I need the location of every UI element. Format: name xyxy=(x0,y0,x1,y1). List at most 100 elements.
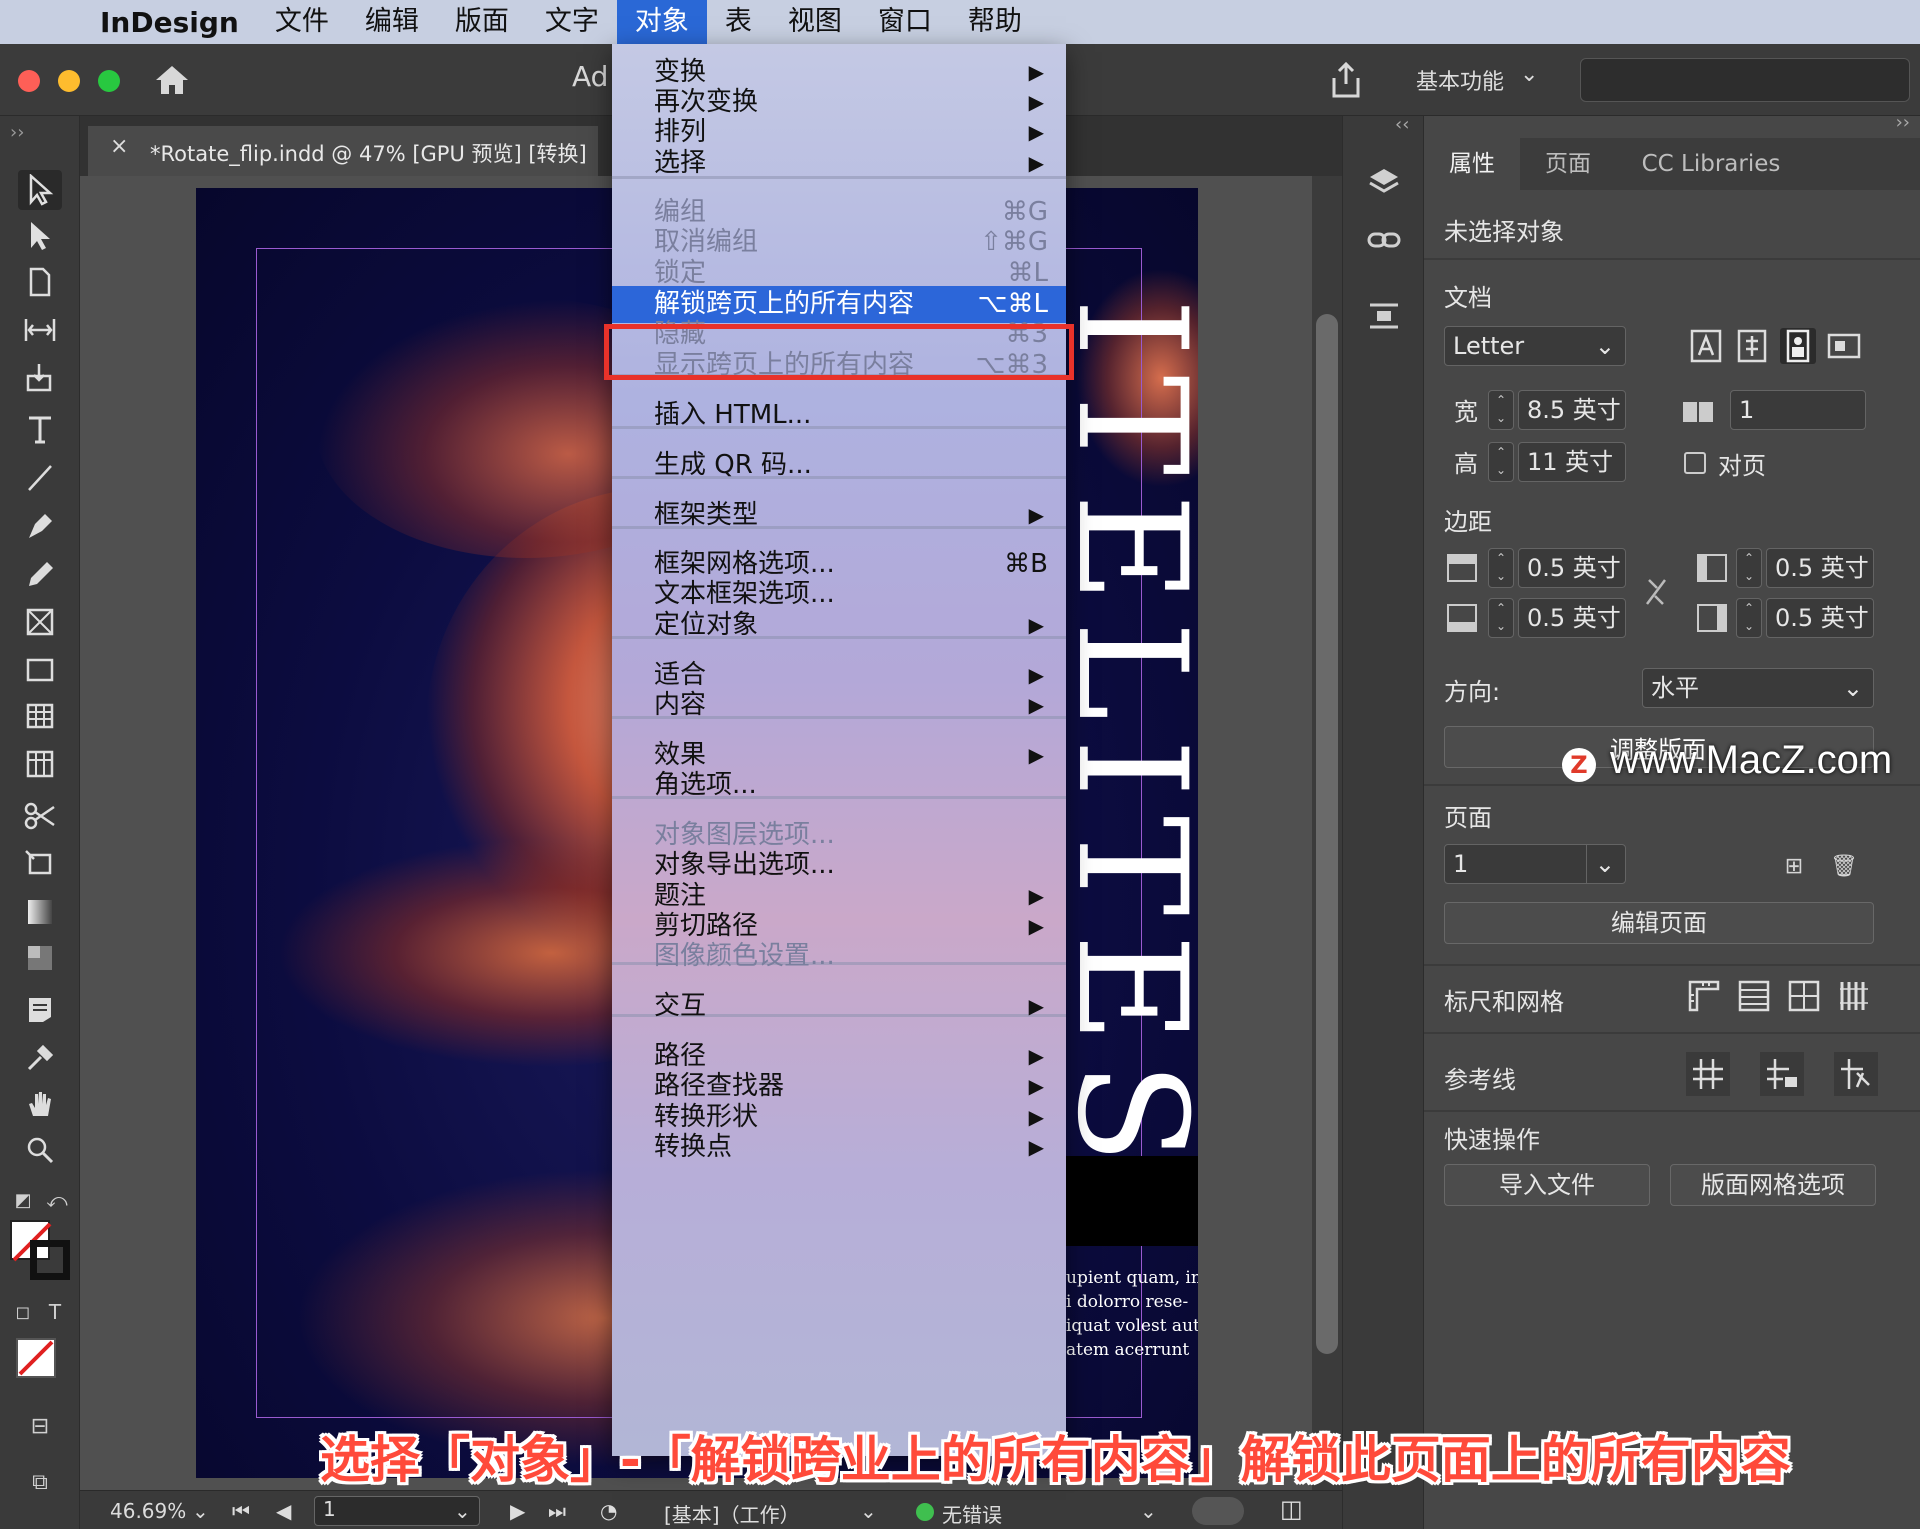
app-menu[interactable]: InDesign xyxy=(70,6,257,39)
import-file-button[interactable]: 导入文件 xyxy=(1444,1164,1650,1206)
menu-layout[interactable]: 版面 xyxy=(437,0,527,44)
chevron-down-icon[interactable]: ⌄ xyxy=(860,1499,877,1523)
margin-bottom-stepper[interactable]: ⌃ ⌄ xyxy=(1488,598,1514,638)
height-stepper[interactable]: ⌃ ⌄ xyxy=(1488,442,1514,482)
chevron-down-icon[interactable]: ⌄ xyxy=(1520,62,1538,87)
menu-item[interactable]: 选择 ▶ xyxy=(612,145,1066,182)
document-preset-select[interactable]: Letter ⌄ xyxy=(1444,326,1626,366)
last-page-icon[interactable]: ⏭ xyxy=(548,1499,566,1523)
stroke-swatch[interactable] xyxy=(30,1240,70,1280)
preflight-icon[interactable]: ◔ xyxy=(600,1499,617,1523)
layout-grid-icon[interactable] xyxy=(1836,978,1872,1014)
layout-grid-options-button[interactable]: 版面网格选项 xyxy=(1670,1164,1876,1206)
lock-guides-icon[interactable] xyxy=(1760,1052,1804,1096)
layers-icon[interactable] xyxy=(1361,162,1407,202)
preflight-profile[interactable]: [基本]（工作） xyxy=(664,1499,800,1528)
landscape-orientation-icon[interactable] xyxy=(1826,328,1862,364)
menu-table[interactable]: 表 xyxy=(707,0,770,44)
menu-item[interactable]: 生成 QR 码... xyxy=(612,447,1066,484)
menu-item[interactable]: 框架类型 ▶ xyxy=(612,497,1066,534)
margin-right-stepper[interactable]: ⌃ ⌄ xyxy=(1736,598,1762,638)
menu-item[interactable]: 交互 ▶ xyxy=(612,988,1066,1025)
portrait-orientation-icon[interactable] xyxy=(1780,328,1816,364)
page-select[interactable]: 1 ⌄ xyxy=(1444,844,1626,884)
tab-cc-libraries[interactable]: CC Libraries xyxy=(1616,138,1806,190)
preflight-toggle[interactable] xyxy=(1192,1497,1244,1525)
tab-pages[interactable]: 页面 xyxy=(1520,138,1616,190)
margin-left-stepper[interactable]: ⌃ ⌄ xyxy=(1736,548,1762,588)
split-view-icon[interactable]: ◫ xyxy=(1280,1495,1303,1523)
menu-item[interactable]: 角选项... xyxy=(612,767,1066,804)
pages-count-field[interactable]: 1 xyxy=(1730,390,1866,430)
chevron-down-icon[interactable]: ⌄ xyxy=(192,1499,209,1523)
text-wrap-icon[interactable] xyxy=(1361,296,1407,336)
line-tool-icon[interactable] xyxy=(18,458,62,498)
document-tab[interactable]: × *Rotate_flip.indd @ 47% [GPU 预览] [转换] xyxy=(88,126,598,176)
margin-bottom-field[interactable]: 0.5 英寸 xyxy=(1518,598,1626,638)
menu-help[interactable]: 帮助 xyxy=(950,0,1040,44)
apply-none-swatch[interactable] xyxy=(16,1338,56,1378)
orientation-select[interactable]: 水平 ⌄ xyxy=(1642,668,1874,708)
trash-icon[interactable]: 🗑 xyxy=(1826,848,1862,884)
zoom-level[interactable]: 46.69% xyxy=(110,1499,186,1523)
first-page-icon[interactable]: ⏮ xyxy=(232,1499,250,1523)
gap-tool-icon[interactable] xyxy=(18,310,62,350)
previous-page-icon[interactable]: ◀ xyxy=(276,1499,291,1523)
zoom-window-button[interactable] xyxy=(98,70,120,92)
type-tool-icon[interactable] xyxy=(18,410,62,450)
menu-item[interactable]: 转换点 ▶ xyxy=(612,1129,1066,1166)
scrollbar-thumb[interactable] xyxy=(1316,314,1338,1354)
margin-top-field[interactable]: 0.5 英寸 xyxy=(1518,548,1626,588)
search-input[interactable] xyxy=(1580,58,1910,102)
swap-fill-stroke-icon[interactable]: ⤺ xyxy=(42,1180,72,1220)
vertical-writing-icon[interactable] xyxy=(1734,328,1770,364)
chevron-down-icon[interactable]: ⌄ xyxy=(454,1499,471,1523)
view-mode-icon[interactable]: ⧉ xyxy=(18,1462,62,1502)
note-tool-icon[interactable] xyxy=(18,990,62,1030)
workspace-switcher[interactable]: 基本功能 xyxy=(1416,64,1504,96)
edit-page-button[interactable]: 编辑页面 xyxy=(1444,902,1874,944)
screen-mode-icon[interactable]: ⊟ xyxy=(18,1406,62,1446)
menu-item[interactable]: 内容 ▶ xyxy=(612,687,1066,724)
default-fill-stroke-icon[interactable]: ◩ xyxy=(8,1180,38,1220)
grip-icon[interactable]: ›› xyxy=(10,122,24,143)
menu-view[interactable]: 视图 xyxy=(770,0,860,44)
links-icon[interactable] xyxy=(1361,220,1407,260)
hand-tool-icon[interactable] xyxy=(18,1084,62,1124)
pencil-tool-icon[interactable] xyxy=(18,554,62,594)
grid-tool-icon[interactable] xyxy=(18,744,62,784)
formatting-text-icon[interactable]: T xyxy=(40,1292,70,1332)
width-field[interactable]: 8.5 英寸 xyxy=(1518,390,1626,430)
close-icon[interactable]: × xyxy=(110,134,128,159)
document-grid-icon[interactable] xyxy=(1786,978,1822,1014)
menu-window[interactable]: 窗口 xyxy=(860,0,950,44)
page-headline[interactable]: ITELITES xyxy=(1044,298,1198,1182)
eyedropper-tool-icon[interactable] xyxy=(18,1038,62,1078)
selection-tool-icon[interactable] xyxy=(18,170,62,210)
zoom-tool-icon[interactable] xyxy=(18,1130,62,1170)
height-field[interactable]: 11 英寸 xyxy=(1518,442,1626,482)
gradient-swatch-tool-icon[interactable] xyxy=(18,892,62,932)
tab-properties[interactable]: 属性 xyxy=(1424,138,1520,190)
formatting-container-icon[interactable]: ◻ xyxy=(8,1292,38,1332)
minimize-window-button[interactable] xyxy=(58,70,80,92)
facing-pages-checkbox[interactable] xyxy=(1684,452,1706,474)
show-guides-icon[interactable] xyxy=(1686,1052,1730,1096)
scissors-tool-icon[interactable] xyxy=(18,796,62,836)
rectangle-tool-icon[interactable] xyxy=(18,650,62,690)
margin-left-field[interactable]: 0.5 英寸 xyxy=(1766,548,1874,588)
menu-item[interactable]: 插入 HTML... xyxy=(612,397,1066,434)
close-window-button[interactable] xyxy=(18,70,40,92)
expand-icon[interactable]: ›› xyxy=(1896,112,1910,133)
body-text-frame[interactable]: upient quam, in i dolorro rese- iquat vo… xyxy=(1066,1266,1198,1362)
add-page-icon[interactable]: ⊞ xyxy=(1776,848,1812,884)
vertical-scrollbar[interactable] xyxy=(1312,176,1342,1490)
collapse-icon[interactable]: ‹‹ xyxy=(1395,114,1409,135)
link-margins-icon[interactable] xyxy=(1638,574,1674,610)
intent-print-icon[interactable] xyxy=(1688,328,1724,364)
chevron-down-icon[interactable]: ⌄ xyxy=(1140,1499,1157,1523)
margin-right-field[interactable]: 0.5 英寸 xyxy=(1766,598,1874,638)
gradient-feather-tool-icon[interactable] xyxy=(18,938,62,978)
content-collector-icon[interactable] xyxy=(18,358,62,398)
menu-file[interactable]: 文件 xyxy=(257,0,347,44)
